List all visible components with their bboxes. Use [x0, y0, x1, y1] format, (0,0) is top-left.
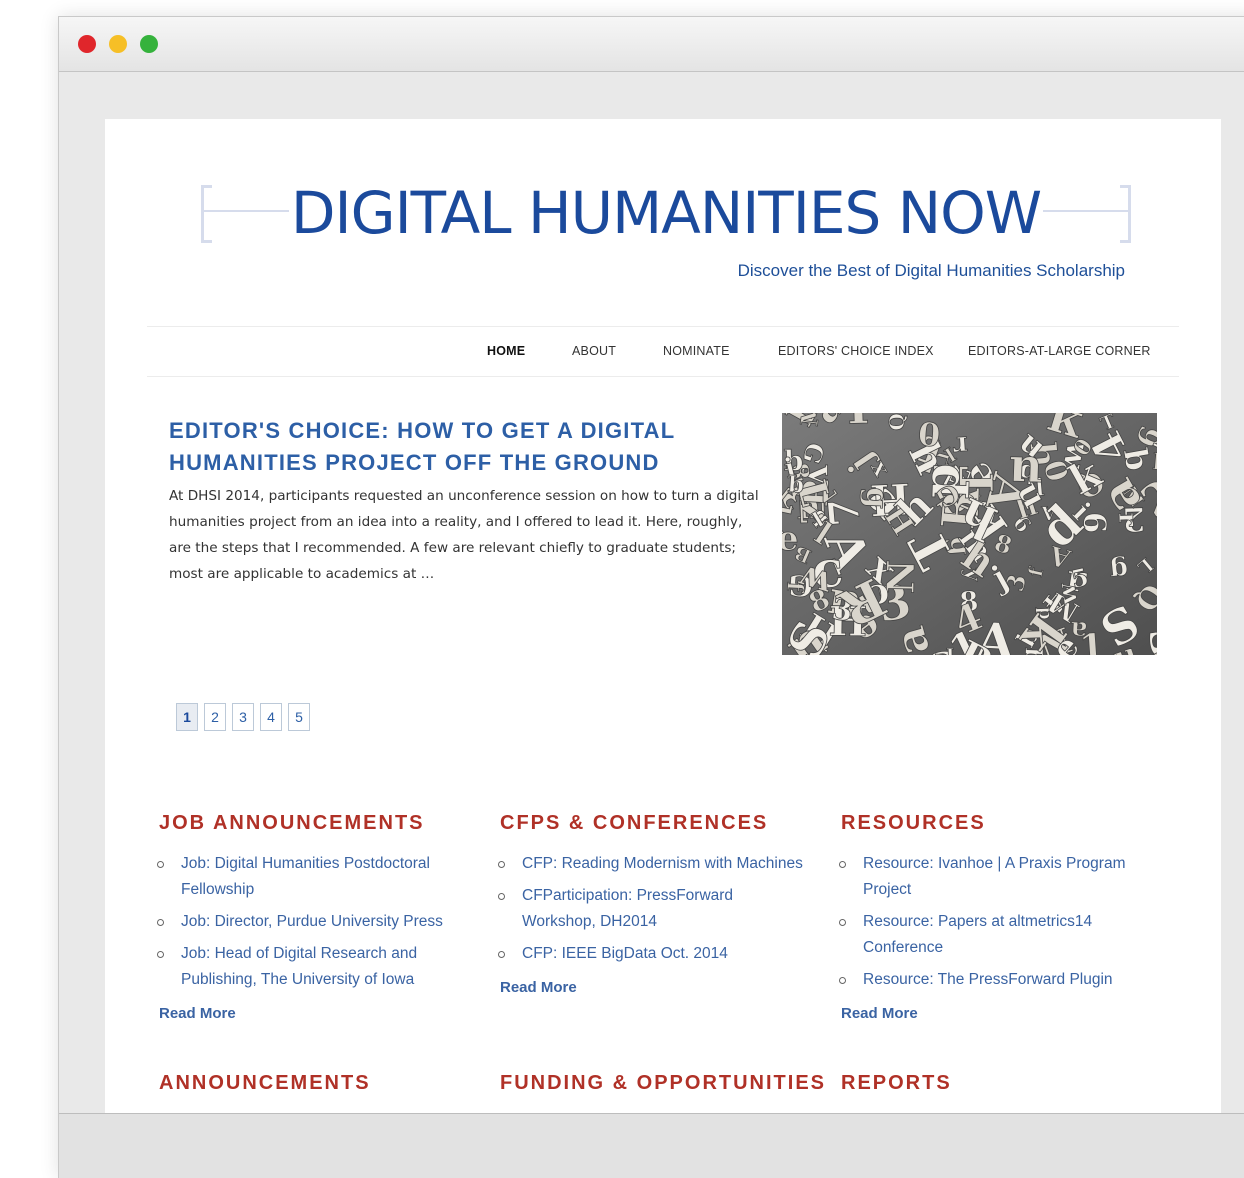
list-item: Job: Head of Digital Research and Publis…	[157, 941, 469, 993]
close-window-button[interactable]	[78, 35, 96, 53]
section-list: CFP: Reading Modernism with Machines CFP…	[498, 851, 830, 967]
minimize-window-button[interactable]	[109, 35, 127, 53]
zoom-window-button[interactable]	[140, 35, 158, 53]
list-item: CFParticipation: PressForward Workshop, …	[498, 883, 782, 935]
nav-item-home[interactable]: HOME	[487, 344, 525, 358]
list-item: Resource: The PressForward Plugin	[839, 967, 1161, 993]
section-resources: RESOURCES Resource: Ivanhoe | A Praxis P…	[839, 809, 1161, 1022]
decorative-letter: Q	[884, 413, 909, 431]
section-heading[interactable]: RESOURCES	[841, 809, 1161, 837]
page-1-button[interactable]: 1	[176, 703, 198, 731]
section-heading[interactable]: CFPS & CONFERENCES	[500, 809, 830, 837]
bullet-icon	[498, 951, 505, 958]
list-item: CFP: IEEE BigData Oct. 2014	[498, 941, 830, 967]
section-list: Resource: Ivanhoe | A Praxis Program Pro…	[839, 851, 1161, 993]
list-item: Job: Director, Purdue University Press	[157, 909, 469, 935]
site-logo[interactable]: DIGITAL HUMANITIES NOW	[201, 179, 1131, 251]
section-heading[interactable]: JOB ANNOUNCEMENTS	[159, 809, 469, 837]
pagination: 12345	[176, 703, 316, 731]
page-4-button[interactable]: 4	[260, 703, 282, 731]
letters-illustration: ySh8AlrlkK2g3r79SMbhrau64GuBM1tNhbLtQyQb…	[782, 413, 1157, 655]
window-bottom-strip	[59, 1113, 1244, 1178]
decorative-letter: q	[787, 474, 805, 502]
scattered-letters-image[interactable]: ySh8AlrlkK2g3r79SMbhrau64GuBM1tNhbLtQyQb…	[782, 413, 1157, 655]
decorative-letter: g	[1108, 554, 1130, 587]
bullet-icon	[839, 861, 846, 868]
list-item-link[interactable]: Job: Digital Humanities Postdoctoral Fel…	[181, 855, 430, 898]
list-item-link[interactable]: CFP: IEEE BigData Oct. 2014	[522, 945, 728, 962]
feature-title-link[interactable]: EDITOR'S CHOICE: HOW TO GET A DIGITAL HU…	[169, 415, 709, 479]
section-heading-funding-opportunities[interactable]: FUNDING & OPPORTUNITIES	[500, 1069, 826, 1097]
logo-text: DIGITAL HUMANITIES NOW	[288, 179, 1044, 247]
section-list: Job: Digital Humanities Postdoctoral Fel…	[157, 851, 469, 993]
list-item-link[interactable]: Resource: Ivanhoe | A Praxis Program Pro…	[863, 855, 1126, 898]
section-heading-announcements[interactable]: ANNOUNCEMENTS	[159, 1069, 371, 1097]
page-3-button[interactable]: 3	[232, 703, 254, 731]
decorative-letter: a	[1069, 615, 1088, 646]
bullet-icon	[157, 861, 164, 868]
nav-item-editors-choice-index[interactable]: EDITORS' CHOICE INDEX	[778, 344, 934, 358]
decorative-letter: M	[795, 413, 826, 428]
read-more-link[interactable]: Read More	[500, 979, 830, 996]
bullet-icon	[839, 977, 846, 984]
list-item-link[interactable]: CFParticipation: PressForward Workshop, …	[522, 887, 733, 930]
main-navigation: HOME ABOUT NOMINATE EDITORS' CHOICE INDE…	[147, 326, 1179, 377]
list-item: Job: Digital Humanities Postdoctoral Fel…	[157, 851, 469, 903]
page-5-button[interactable]: 5	[288, 703, 310, 731]
decorative-letter: g	[859, 487, 896, 510]
list-item: Resource: Papers at altmetrics14 Confere…	[839, 909, 1133, 961]
list-item-link[interactable]: Resource: The PressForward Plugin	[863, 971, 1113, 988]
list-item-link[interactable]: CFP: Reading Modernism with Machines	[522, 855, 803, 872]
section-heading-reports[interactable]: REPORTS	[841, 1069, 952, 1097]
decorative-letter: 0	[917, 415, 942, 454]
browser-window: DIGITAL HUMANITIES NOW Discover the Best…	[58, 16, 1244, 1178]
bullet-icon	[498, 893, 505, 900]
list-item: CFP: Reading Modernism with Machines	[498, 851, 830, 877]
read-more-link[interactable]: Read More	[841, 1005, 1161, 1022]
list-item-link[interactable]: Job: Head of Digital Research and Publis…	[181, 945, 417, 988]
page-2-button[interactable]: 2	[204, 703, 226, 731]
feature-excerpt: At DHSI 2014, participants requested an …	[169, 488, 759, 582]
bullet-icon	[157, 951, 164, 958]
window-titlebar	[59, 17, 1244, 72]
nav-item-editors-at-large-corner[interactable]: EDITORS-AT-LARGE CORNER	[968, 344, 1151, 358]
web-page: DIGITAL HUMANITIES NOW Discover the Best…	[105, 119, 1221, 1114]
bullet-icon	[157, 919, 164, 926]
nav-item-nominate[interactable]: NOMINATE	[663, 344, 730, 358]
bullet-icon	[498, 861, 505, 868]
read-more-link[interactable]: Read More	[159, 1005, 469, 1022]
list-item-link[interactable]: Job: Director, Purdue University Press	[181, 913, 443, 930]
section-cfps-conferences: CFPS & CONFERENCES CFP: Reading Modernis…	[498, 809, 830, 996]
list-item: Resource: Ivanhoe | A Praxis Program Pro…	[839, 851, 1161, 903]
section-job-announcements: JOB ANNOUNCEMENTS Job: Digital Humanitie…	[157, 809, 469, 1022]
nav-item-about[interactable]: ABOUT	[572, 344, 616, 358]
site-tagline: Discover the Best of Digital Humanities …	[737, 261, 1125, 280]
list-item-link[interactable]: Resource: Papers at altmetrics14 Confere…	[863, 913, 1092, 956]
bullet-icon	[839, 919, 846, 926]
